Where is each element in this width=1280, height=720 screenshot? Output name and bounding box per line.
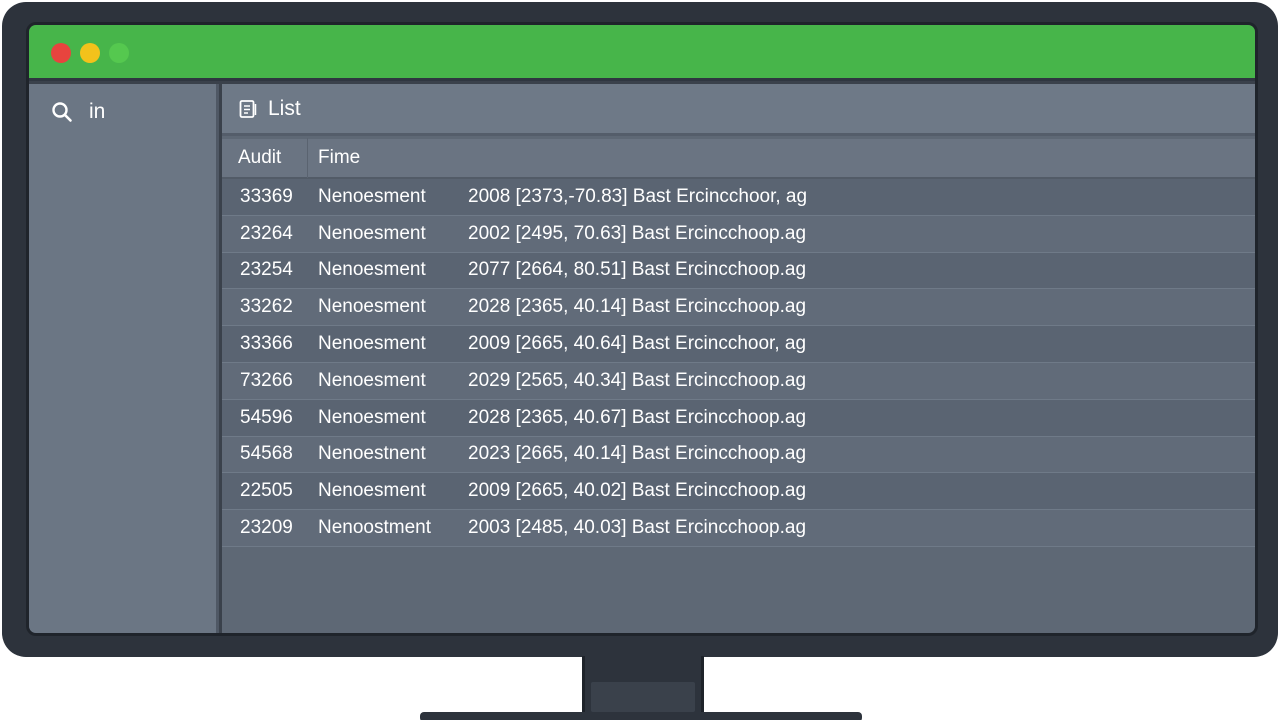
monitor-bezel: in List Audit Fime 33369 Nenoesment 2008… — [2, 2, 1278, 657]
cell-name: Nenoesment — [318, 296, 426, 318]
table-row[interactable]: 22505 Nenoesment 2009 [2665, 40.02] Bast E… — [222, 473, 1255, 511]
cell-name: Nenoesment — [318, 185, 426, 207]
table-row[interactable]: 54568 Nenoestnent 2023 [2665, 40.14] Bast … — [222, 436, 1255, 474]
table-header: Audit Fime — [222, 138, 1255, 179]
minimize-window-button[interactable] — [80, 43, 100, 63]
cell-detail: 2028 [2365, 40.14] Bast Ercincchoop.ag — [468, 296, 807, 318]
table-row[interactable]: 23209 Nenoostment 2003 [2485, 40.03] Bast … — [222, 510, 1255, 547]
monitor-stand — [582, 656, 704, 720]
column-header-audit[interactable]: Audit — [222, 138, 308, 178]
main-panel: List Audit Fime 33369 Nenoesment 2008 [237… — [222, 84, 1255, 633]
cell-audit-id: 54568 — [240, 443, 293, 465]
cell-detail: 2029 [2565, 40.34] Bast Ercincchoop.ag — [468, 369, 807, 391]
cell-audit-id: 33262 — [240, 296, 293, 318]
cell-name: Nenoesment — [318, 333, 426, 355]
cell-audit-id: 23264 — [240, 222, 293, 244]
monitor-base — [420, 712, 862, 720]
cell-detail: 2028 [2365, 40.67] Bast Ercincchoop.ag — [468, 406, 807, 428]
cell-audit-id: 54596 — [240, 406, 293, 428]
cell-detail: 2003 [2485, 40.03] Bast Ercincchoop.ag — [468, 517, 807, 539]
search-icon — [51, 101, 73, 123]
table-row[interactable]: 33369 Nenoesment 2008 [2373,-70.83] Bast E… — [222, 179, 1255, 216]
close-window-button[interactable] — [51, 43, 71, 63]
cell-detail: 2009 [2665, 40.64] Bast Ercincchoor, ag — [468, 333, 807, 355]
cell-audit-id: 23209 — [240, 517, 293, 539]
cell-audit-id: 73266 — [240, 369, 293, 391]
table-body: 33369 Nenoesment 2008 [2373,-70.83] Bast E… — [222, 179, 1255, 547]
page-title: List — [268, 96, 301, 120]
title-bar — [29, 25, 1255, 81]
column-header-fime[interactable]: Fime — [308, 138, 360, 178]
cell-detail: 2008 [2373,-70.83] Bast Ercincchoor, ag — [468, 185, 808, 207]
cell-detail: 2002 [2495, 70.63] Bast Ercincchoop.ag — [468, 222, 807, 244]
cell-name: Nenoesment — [318, 480, 426, 502]
cell-name: Nenoesment — [318, 406, 426, 428]
cell-name: Nenoesment — [318, 259, 426, 281]
table-row[interactable]: 23264 Nenoesment 2002 [2495, 70.63] Bast E… — [222, 215, 1255, 253]
table-row[interactable]: 33262 Nenoesment 2028 [2365, 40.14] Bast E… — [222, 289, 1255, 327]
cell-detail: 2023 [2665, 40.14] Bast Ercincchoop.ag — [468, 443, 807, 465]
cell-name: Nenoostment — [318, 517, 432, 539]
cell-name: Nenoesment — [318, 369, 426, 391]
sidebar: in — [29, 84, 219, 633]
cell-name: Nenoestnent — [318, 443, 426, 465]
cell-audit-id: 23254 — [240, 259, 293, 281]
cell-detail: 2009 [2665, 40.02] Bast Ercincchoop.ag — [468, 480, 807, 502]
cell-audit-id: 33366 — [240, 333, 293, 355]
data-table: Audit Fime 33369 Nenoesment 2008 [2373,-70… — [222, 138, 1255, 547]
search-field[interactable]: in — [29, 84, 216, 140]
table-row[interactable]: 33366 Nenoesment 2009 [2665, 40.64] Bast E… — [222, 326, 1255, 363]
table-row[interactable]: 54596 Nenoesment 2028 [2365, 40.67] Bast E… — [222, 399, 1255, 437]
cell-detail: 2077 [2664, 80.51] Bast Ercincchoop.ag — [468, 259, 807, 281]
cell-audit-id: 33369 — [240, 185, 293, 207]
search-input[interactable]: in — [89, 100, 105, 124]
cell-audit-id: 22505 — [240, 480, 293, 502]
app-window: in List Audit Fime 33369 Nenoesment 2008… — [26, 22, 1258, 636]
list-header: List — [222, 84, 1255, 136]
cell-name: Nenoesment — [318, 222, 426, 244]
table-row[interactable]: 73266 Nenoesment 2029 [2565, 40.34] Bast E… — [222, 362, 1255, 400]
maximize-window-button[interactable] — [109, 43, 129, 63]
table-row[interactable]: 23254 Nenoesment 2077 [2664, 80.51] Bast E… — [222, 252, 1255, 290]
document-icon — [238, 99, 258, 119]
